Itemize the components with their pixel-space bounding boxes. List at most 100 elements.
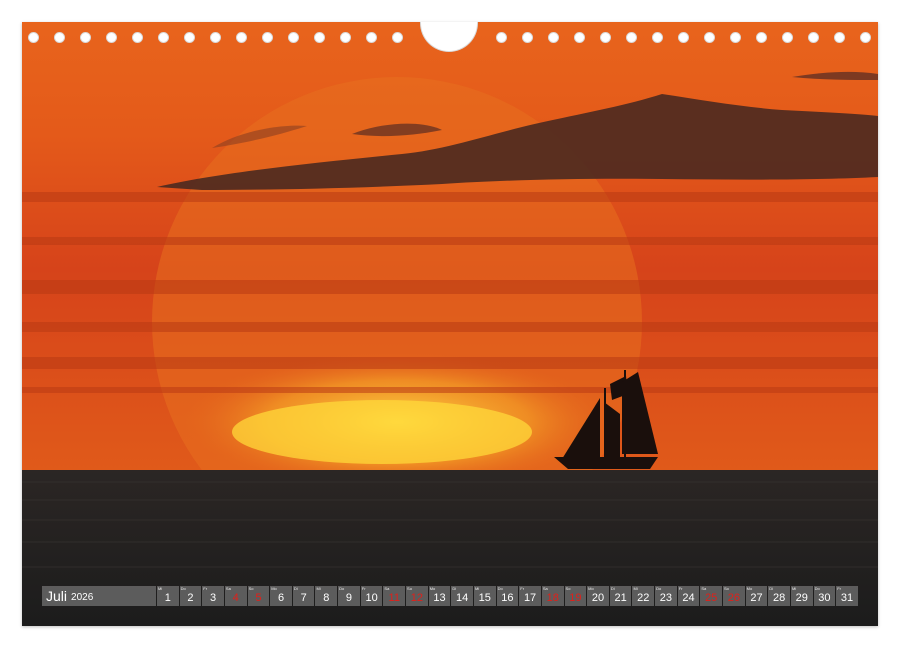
binding-hole — [314, 32, 325, 43]
day-cell: Mo 13 — [428, 586, 451, 606]
day-number: 26 — [727, 592, 740, 604]
weekday-label: Di — [610, 586, 615, 591]
weekday-label: Do — [339, 586, 345, 591]
day-number: 30 — [818, 592, 831, 604]
weekday-label: Sa — [384, 586, 390, 591]
day-number: 21 — [614, 592, 627, 604]
binding-hole — [496, 32, 507, 43]
day-cell: Sa 18 — [541, 586, 564, 606]
weekday-label: Mo — [429, 586, 436, 591]
day-cell: Di 7 — [292, 586, 315, 606]
weekday-label: Sa — [225, 586, 231, 591]
binding-hole — [756, 32, 767, 43]
weekday-label: Fr — [678, 586, 683, 591]
binding-hole — [288, 32, 299, 43]
weekday-label: Do — [497, 586, 503, 591]
binding-hole — [704, 32, 715, 43]
day-number: 6 — [277, 592, 285, 604]
day-number: 16 — [501, 592, 514, 604]
weekday-label: So — [407, 586, 412, 591]
weekday-label: Fr — [837, 586, 841, 591]
day-number: 12 — [410, 592, 423, 604]
day-cell: Mi 29 — [790, 586, 813, 606]
day-cell: Fr 31 — [836, 586, 858, 606]
day-number: 14 — [456, 592, 469, 604]
weekday-label: Mi — [474, 586, 480, 591]
day-cell: Di 14 — [451, 586, 473, 606]
day-cell: Mi 22 — [632, 586, 655, 606]
day-cell: Do 9 — [338, 586, 360, 606]
day-cell: Sa 11 — [383, 586, 406, 606]
day-cell: So 26 — [723, 586, 745, 606]
day-cell: Fr 10 — [360, 586, 383, 606]
day-cell: Di 21 — [609, 586, 632, 606]
weekday-label: Di — [769, 586, 774, 591]
day-cell: Mi 8 — [315, 586, 338, 606]
binding-hole — [834, 32, 845, 43]
day-number: 25 — [705, 592, 718, 604]
day-cell: Do 2 — [179, 586, 202, 606]
day-cell: So 19 — [564, 586, 587, 606]
day-number: 8 — [323, 592, 330, 604]
weekday-label: Mi — [158, 586, 163, 591]
weekday-label: Do — [656, 586, 662, 591]
weekday-label: Sa — [542, 586, 548, 591]
day-number: 23 — [659, 592, 673, 604]
weekday-label: Mo — [271, 586, 277, 591]
day-cell: Di 28 — [768, 586, 790, 606]
binding-hole — [54, 32, 65, 43]
month-label: Juli 2026 — [42, 586, 156, 606]
weekday-label: So — [724, 586, 729, 591]
day-number: 13 — [433, 592, 446, 604]
day-cell: Mo 20 — [587, 586, 609, 606]
binding-hole — [808, 32, 819, 43]
day-cell: Do 30 — [813, 586, 836, 606]
day-number: 7 — [300, 592, 307, 604]
binding-hole — [548, 32, 559, 43]
binding-hole — [366, 32, 377, 43]
binding-hole — [132, 32, 143, 43]
binding-hole — [184, 32, 195, 43]
day-cell: Mo 27 — [745, 586, 768, 606]
day-cell: So 5 — [247, 586, 270, 606]
binding-hole — [782, 32, 793, 43]
day-number: 24 — [682, 592, 695, 604]
binding-hole — [210, 32, 221, 43]
weekday-label: So — [248, 586, 254, 591]
day-number: 9 — [345, 592, 352, 604]
day-cell: Fr 3 — [202, 586, 224, 606]
binding-hole — [106, 32, 117, 43]
weekday-label: So — [565, 586, 571, 591]
day-number: 29 — [795, 592, 808, 604]
day-cell: So 12 — [406, 586, 428, 606]
date-strip: Juli 2026 Mi 1 Do 2 Fr 3 Sa 4 So 5 Mo 6 Di 7 Mi 8 Do 9 Fr 1… — [42, 586, 859, 606]
day-cell: Fr 17 — [519, 586, 541, 606]
binding-hole — [860, 32, 871, 43]
day-cell: Fr 24 — [677, 586, 700, 606]
month-name: Juli — [46, 588, 68, 604]
weekday-label: Fr — [361, 586, 366, 591]
day-cell: Mi 1 — [157, 586, 179, 606]
day-cell: Mi 15 — [473, 586, 496, 606]
weekday-label: Mi — [791, 586, 797, 591]
day-number: 18 — [546, 592, 559, 604]
binding-hole — [626, 32, 637, 43]
month-year: 2026 — [71, 591, 94, 603]
day-cell: Do 16 — [496, 586, 519, 606]
sunset-photo — [22, 22, 878, 626]
day-number: 11 — [388, 592, 400, 604]
binding-hole — [652, 32, 663, 43]
weekday-label: Sa — [701, 586, 707, 591]
binding-hole — [28, 32, 39, 43]
day-cell: Mo 6 — [270, 586, 292, 606]
binding-hole — [522, 32, 533, 43]
day-number: 2 — [187, 592, 194, 604]
weekday-label: Do — [814, 586, 820, 591]
calendar-page: Juli 2026 Mi 1 Do 2 Fr 3 Sa 4 So 5 Mo 6 Di 7 Mi 8 Do 9 Fr 1… — [22, 22, 878, 626]
day-cells: Mi 1 Do 2 Fr 3 Sa 4 So 5 Mo 6 Di 7 Mi 8 Do 9 Fr 10 Sa 11 So 12 M… — [157, 586, 859, 606]
weekday-label: Mi — [316, 586, 321, 591]
weekday-label: Fr — [203, 586, 208, 591]
binding-hole — [730, 32, 741, 43]
day-cell: Do 23 — [655, 586, 677, 606]
weekday-label: Mo — [746, 586, 753, 591]
